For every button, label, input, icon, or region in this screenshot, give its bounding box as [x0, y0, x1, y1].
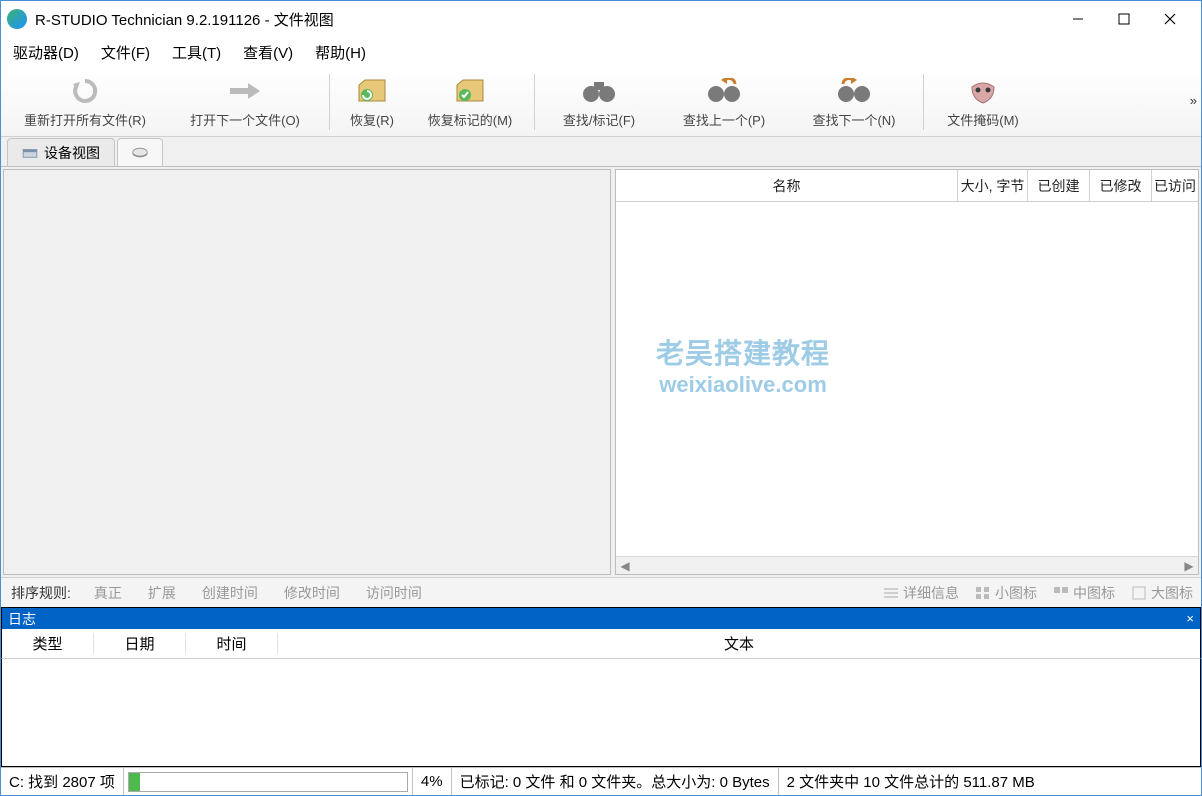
tab-strip: 设备视图: [1, 137, 1201, 167]
sort-label: 排序规则:: [1, 583, 81, 603]
col-name[interactable]: 名称: [616, 170, 958, 201]
tab-disk[interactable]: [117, 138, 163, 166]
log-panel-header: 日志 ×: [1, 607, 1201, 629]
sort-ext-button[interactable]: 扩展: [137, 580, 187, 606]
title-bar: R-STUDIO Technician 9.2.191126 - 文件视图: [1, 1, 1201, 37]
file-list-pane: 名称 大小, 字节 已创建 已修改 已访问 老吴搭建教程 weixiaolive…: [615, 169, 1199, 575]
sort-ctime-button[interactable]: 创建时间: [191, 580, 269, 606]
minimize-button[interactable]: [1055, 4, 1101, 34]
status-scan: C: 找到 2807 项: [1, 768, 124, 795]
log-body[interactable]: [1, 659, 1201, 767]
file-mask-button[interactable]: 文件掩码(M): [928, 68, 1038, 136]
menu-tools[interactable]: 工具(T): [166, 40, 227, 65]
file-list-header: 名称 大小, 字节 已创建 已修改 已访问: [616, 170, 1198, 202]
binoculars-next-icon: [837, 74, 871, 108]
log-col-time[interactable]: 时间: [186, 633, 278, 654]
refresh-icon: [68, 74, 102, 108]
col-accessed[interactable]: 已访问: [1152, 170, 1198, 201]
log-col-type[interactable]: 类型: [2, 633, 94, 654]
menu-view[interactable]: 查看(V): [237, 40, 299, 65]
menu-help[interactable]: 帮助(H): [309, 40, 372, 65]
maximize-button[interactable]: [1101, 4, 1147, 34]
detail-view-icon: [883, 586, 899, 600]
file-list-body[interactable]: 老吴搭建教程 weixiaolive.com: [616, 202, 1198, 556]
disk-icon: [132, 147, 148, 159]
device-icon: [22, 147, 38, 159]
find-next-button[interactable]: 查找下一个(N): [789, 68, 919, 136]
view-detail-button[interactable]: 详细信息: [877, 581, 965, 605]
log-col-text[interactable]: 文本: [278, 633, 1200, 654]
close-button[interactable]: [1147, 4, 1193, 34]
recover-marked-icon: [453, 74, 487, 108]
binoculars-icon: [582, 74, 616, 108]
toolbar-separator: [534, 74, 535, 130]
watermark-line2: weixiaolive.com: [656, 372, 830, 398]
sort-mtime-button[interactable]: 修改时间: [273, 580, 351, 606]
log-title: 日志: [8, 609, 36, 629]
toolbar: 重新打开所有文件(R) 打开下一个文件(O) 恢复(R) 恢复标记的(M) 查找…: [1, 67, 1201, 137]
toolbar-separator: [923, 74, 924, 130]
sort-real-button[interactable]: 真正: [83, 580, 133, 606]
menu-drives[interactable]: 驱动器(D): [7, 40, 85, 65]
folder-tree-pane[interactable]: [3, 169, 611, 575]
view-medium-button[interactable]: 中图标: [1047, 581, 1121, 605]
medium-icons-icon: [1053, 586, 1069, 600]
view-small-button[interactable]: 小图标: [969, 581, 1043, 605]
progress-bar: [128, 772, 408, 792]
status-bar: C: 找到 2807 项 4% 已标记: 0 文件 和 0 文件夹。总大小为: …: [1, 767, 1201, 795]
menu-bar: 驱动器(D) 文件(F) 工具(T) 查看(V) 帮助(H): [1, 37, 1201, 67]
col-size[interactable]: 大小, 字节: [958, 170, 1028, 201]
log-col-date[interactable]: 日期: [94, 633, 186, 654]
window-title: R-STUDIO Technician 9.2.191126 - 文件视图: [35, 9, 1055, 30]
sort-atime-button[interactable]: 访问时间: [355, 580, 433, 606]
sort-view-bar: 排序规则: 真正 扩展 创建时间 修改时间 访问时间 详细信息 小图标 中图标 …: [1, 577, 1201, 607]
reopen-all-button[interactable]: 重新打开所有文件(R): [5, 68, 165, 136]
status-marked: 已标记: 0 文件 和 0 文件夹。总大小为: 0 Bytes: [452, 768, 779, 795]
find-mark-button[interactable]: 查找/标记(F): [539, 68, 659, 136]
recover-icon: [355, 74, 389, 108]
progress-fill: [129, 773, 140, 791]
recover-marked-button[interactable]: 恢复标记的(M): [410, 68, 530, 136]
large-icons-icon: [1131, 586, 1147, 600]
horizontal-scrollbar[interactable]: ◀ ▶: [616, 556, 1198, 574]
log-close-button[interactable]: ×: [1186, 611, 1194, 626]
scroll-left-icon[interactable]: ◀: [616, 559, 634, 573]
tab-label: 设备视图: [44, 143, 100, 163]
recover-button[interactable]: 恢复(R): [334, 68, 410, 136]
small-icons-icon: [975, 586, 991, 600]
menu-file[interactable]: 文件(F): [95, 40, 156, 65]
mask-icon: [966, 74, 1000, 108]
watermark-line1: 老吴搭建教程: [656, 332, 830, 372]
find-prev-button[interactable]: 查找上一个(P): [659, 68, 789, 136]
watermark: 老吴搭建教程 weixiaolive.com: [656, 332, 830, 398]
toolbar-separator: [329, 74, 330, 130]
col-modified[interactable]: 已修改: [1090, 170, 1152, 201]
binoculars-prev-icon: [707, 74, 741, 108]
arrow-right-icon: [228, 74, 262, 108]
app-icon: [7, 9, 27, 29]
status-totals: 2 文件夹中 10 文件总计的 511.87 MB: [779, 768, 1201, 795]
tab-device-view[interactable]: 设备视图: [7, 138, 115, 166]
toolbar-overflow[interactable]: »: [1190, 93, 1197, 108]
log-columns: 类型 日期 时间 文本: [1, 629, 1201, 659]
content-area: 名称 大小, 字节 已创建 已修改 已访问 老吴搭建教程 weixiaolive…: [1, 167, 1201, 577]
open-next-button[interactable]: 打开下一个文件(O): [165, 68, 325, 136]
view-large-button[interactable]: 大图标: [1125, 581, 1199, 605]
col-created[interactable]: 已创建: [1028, 170, 1090, 201]
status-percent: 4%: [413, 768, 452, 795]
status-progress: [124, 768, 413, 795]
scroll-right-icon[interactable]: ▶: [1180, 559, 1198, 573]
